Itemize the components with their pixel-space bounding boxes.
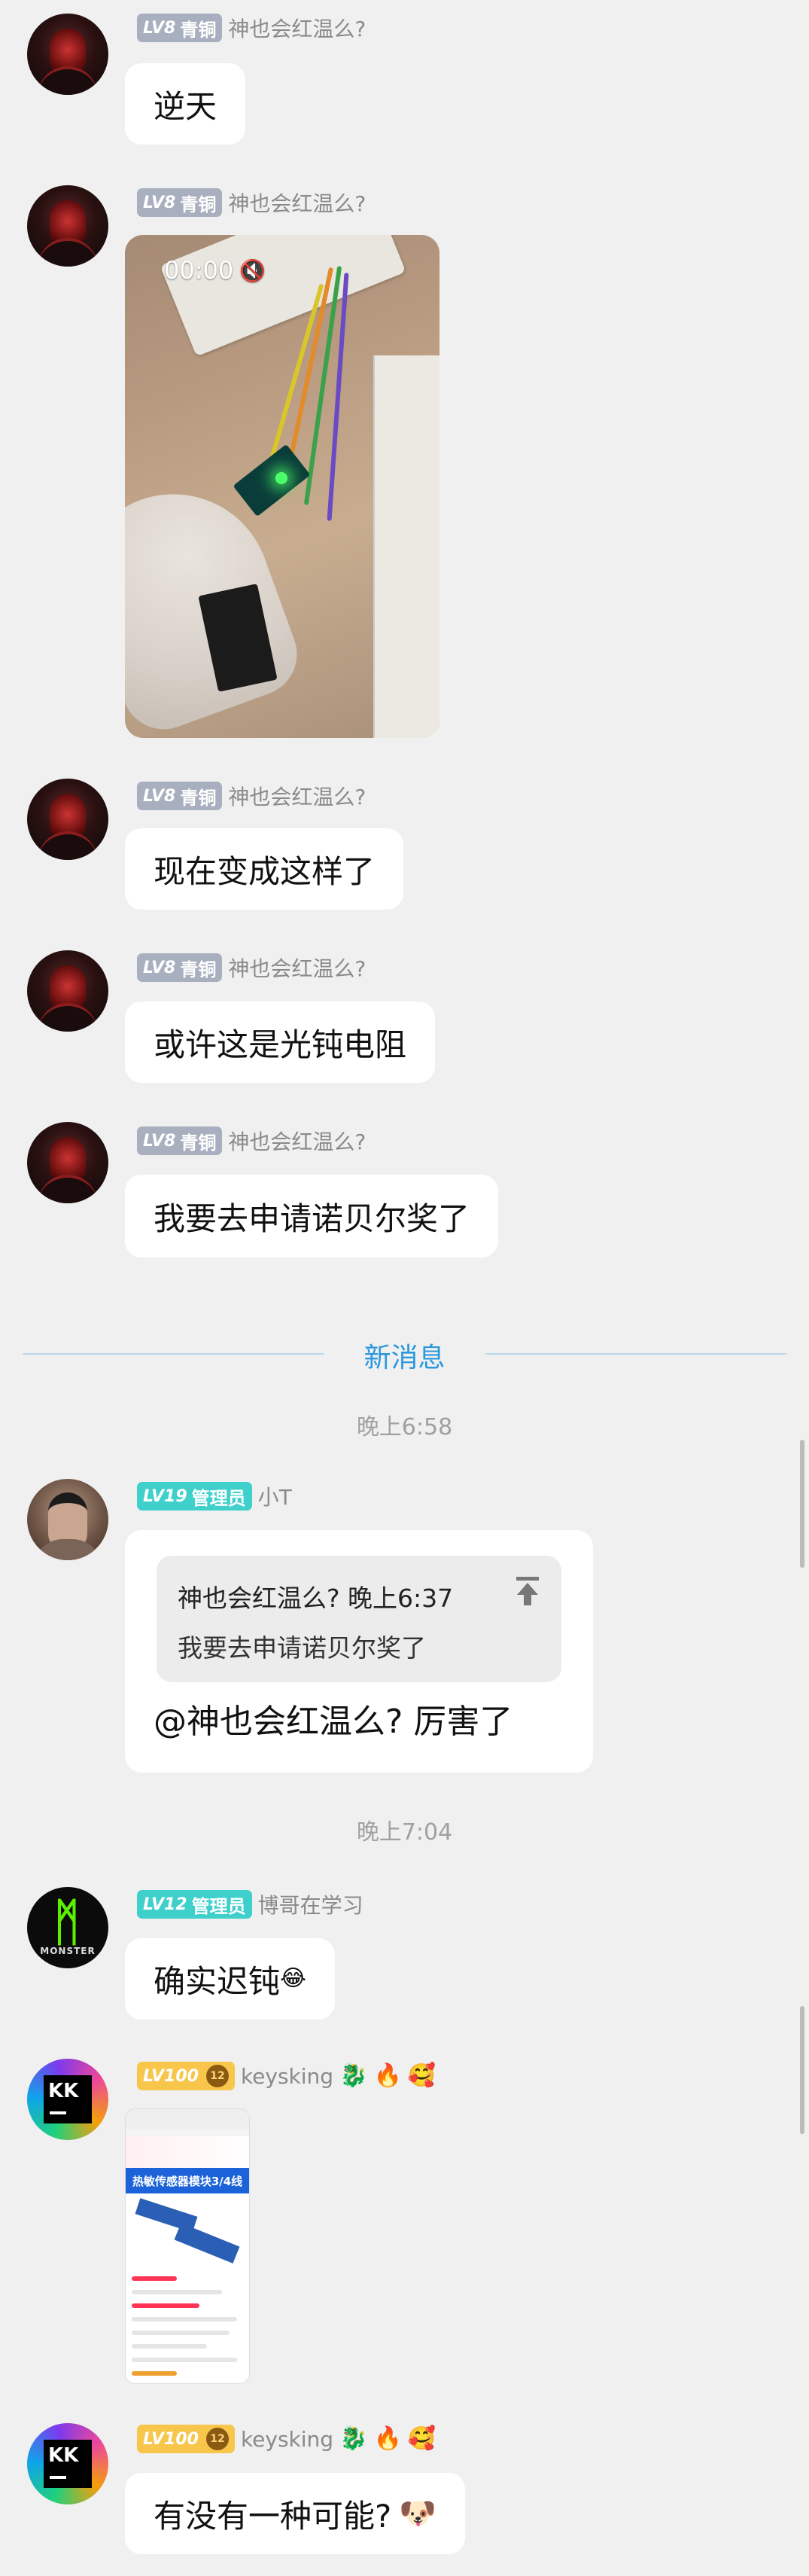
divider-line [23, 1353, 324, 1355]
level-badge: LV8 青铜 [137, 782, 223, 810]
dog-emoji: 🐶 [399, 2496, 437, 2531]
level-badge: LV12 管理员 [137, 1890, 252, 1919]
quoted-text: 我要去申请诺贝尔奖了 [178, 1633, 426, 1663]
sender-name[interactable]: keysking [241, 2064, 333, 2089]
level-badge: LV100 12 [137, 2062, 235, 2090]
avatar[interactable] [27, 1122, 108, 1203]
product-banner: 热敏传感器模块3/4线 [126, 2168, 249, 2193]
smile-emoji: 🥰 [407, 2062, 436, 2089]
message-bubble[interactable]: 有没有一种可能? 🐶 [125, 2473, 466, 2554]
level-badge: LV8 青铜 [137, 1126, 223, 1155]
sender-meta: LV8 青铜 神也会红温么? [137, 952, 366, 983]
avatar[interactable]: KK [27, 2059, 108, 2140]
new-messages-divider: 新消息 [363, 1343, 446, 1373]
message-bubble[interactable]: 确实迟钝 😂 [125, 1938, 336, 2020]
smile-emoji: 🥰 [407, 2425, 436, 2452]
sender-meta: LV12 管理员 博哥在学习 [137, 1889, 363, 1920]
level-badge: LV19 管理员 [137, 1482, 252, 1511]
sender-name[interactable]: 神也会红温么? [228, 1126, 366, 1156]
scrollbar[interactable] [800, 1440, 804, 1568]
avatar[interactable]: KK [27, 2423, 108, 2504]
message-bubble[interactable]: 现在变成这样了 [125, 828, 404, 910]
breadboard-image [160, 235, 406, 357]
avatar[interactable] [27, 1479, 108, 1560]
dragon-emoji: 🐉 [339, 2425, 368, 2452]
monster-logo-icon: ᛗ [54, 1893, 80, 1953]
reply-text: @神也会红温么? 厉害了 [154, 1703, 513, 1741]
sender-name[interactable]: keysking [241, 2427, 333, 2452]
sender-meta: LV8 青铜 神也会红温么? [137, 187, 366, 218]
sender-meta: LV8 青铜 神也会红温么? [137, 1125, 366, 1157]
sender-name[interactable]: 神也会红温么? [228, 953, 366, 983]
avatar[interactable]: ᛗ MONSTER [27, 1887, 108, 1968]
level-badge: LV8 青铜 [137, 953, 223, 982]
image-message[interactable]: 热敏传感器模块3/4线 [125, 2108, 250, 2384]
timestamp: 晚上6:58 [356, 1414, 453, 1440]
sender-name[interactable]: 小T [258, 1481, 292, 1511]
sender-name[interactable]: 神也会红温么? [228, 187, 366, 218]
fire-emoji: 🔥 [373, 2425, 402, 2452]
timestamp: 晚上7:04 [356, 1819, 453, 1846]
avatar[interactable] [27, 779, 108, 860]
message-bubble[interactable]: 逆天 [125, 63, 246, 145]
scrollbar[interactable] [800, 2006, 804, 2134]
level-badge: LV8 青铜 [137, 188, 223, 217]
sender-meta: LV8 青铜 神也会红温么? [137, 12, 366, 44]
crest-icon: 12 [205, 2428, 229, 2450]
reply-message-bubble[interactable]: 神也会红温么? 晚上6:37 我要去申请诺贝尔奖了 @神也会红温么? 厉害了 [125, 1530, 593, 1773]
video-message[interactable]: 00:00 🔇 [125, 235, 439, 738]
sender-name[interactable]: 神也会红温么? [228, 781, 366, 811]
dragon-emoji: 🐉 [339, 2062, 368, 2089]
sender-name[interactable]: 博哥在学习 [258, 1889, 363, 1919]
level-badge: LV8 青铜 [137, 14, 223, 42]
level-badge: LV100 12 [137, 2425, 235, 2453]
sender-meta: LV100 12 keysking 🐉 🔥 🥰 [137, 2423, 436, 2455]
fire-emoji: 🔥 [373, 2062, 402, 2089]
sender-meta: LV8 青铜 神也会红温么? [137, 780, 366, 812]
laughing-emoji: 😂 [280, 1965, 307, 1992]
avatar[interactable] [27, 950, 108, 1032]
quoted-message[interactable]: 神也会红温么? 晚上6:37 我要去申请诺贝尔奖了 [157, 1556, 561, 1682]
sender-name[interactable]: 神也会红温么? [228, 13, 366, 43]
message-bubble[interactable]: 或许这是光钝电阻 [125, 1001, 436, 1083]
crest-icon: 12 [205, 2065, 229, 2087]
quoted-header: 神也会红温么? 晚上6:37 [178, 1584, 454, 1613]
avatar[interactable] [27, 14, 108, 95]
divider-line [485, 1353, 786, 1355]
sender-meta: LV19 管理员 小T [137, 1480, 292, 1512]
message-bubble[interactable]: 我要去申请诺贝尔奖了 [125, 1175, 499, 1258]
avatar[interactable] [27, 185, 108, 267]
mute-icon[interactable]: 🔇 [239, 258, 266, 283]
sender-meta: LV100 12 keysking 🐉 🔥 🥰 [137, 2060, 436, 2092]
jump-to-top-icon[interactable] [513, 1575, 542, 1607]
video-time: 00:00 🔇 [164, 256, 266, 285]
